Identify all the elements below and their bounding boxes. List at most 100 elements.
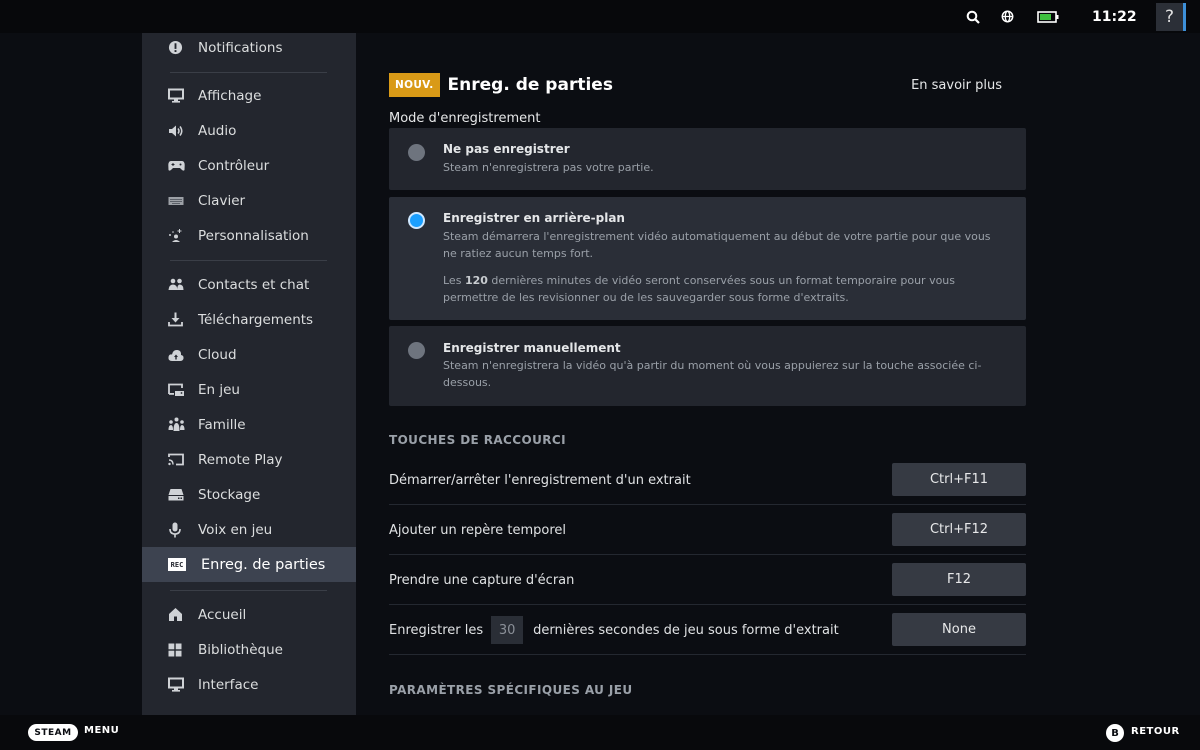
sidebar-item-downloads[interactable]: Téléchargements [142, 302, 356, 337]
hotkey-label: Démarrer/arrêter l'enregistrement d'un e… [389, 472, 691, 488]
radio-button-selected[interactable] [408, 212, 425, 229]
learn-more-link[interactable]: En savoir plus [911, 78, 1002, 93]
sidebar-item-label: Affichage [198, 87, 262, 104]
storage-icon [168, 488, 198, 501]
hotkey-button[interactable]: F12 [892, 563, 1026, 596]
hotkey-row-screenshot: Prendre une capture d'écran F12 [389, 555, 1026, 605]
sidebar-item-label: Famille [198, 416, 246, 433]
top-status-bar: 11:22 ? [0, 0, 1200, 33]
family-icon [168, 417, 198, 432]
hotkey-button[interactable]: Ctrl+F11 [892, 463, 1026, 496]
steam-button[interactable]: STEAM [28, 724, 78, 741]
hotkey-row-marker: Ajouter un repère temporel Ctrl+F12 [389, 505, 1026, 555]
sidebar-item-storage[interactable]: Stockage [142, 477, 356, 512]
help-button[interactable]: ? [1156, 2, 1186, 31]
customization-icon [168, 228, 198, 243]
sidebar-item-label: Enreg. de parties [201, 556, 326, 573]
option-description: Steam n'enregistrera pas votre partie. [443, 161, 654, 174]
sidebar-divider [170, 590, 327, 591]
page-title: Enreg. de parties [447, 75, 613, 95]
option-background-recording[interactable]: Enregistrer en arrière-plan Steam démarr… [389, 197, 1026, 320]
radio-button[interactable] [408, 342, 425, 359]
download-icon [168, 312, 198, 327]
sidebar-item-label: Voix en jeu [198, 521, 273, 538]
seconds-input[interactable]: 30 [491, 616, 524, 644]
settings-sidebar: Notifications Affichage Audio Contrôleur… [142, 33, 356, 715]
display-icon [168, 88, 198, 103]
option-description-retention: Les 120 dernières minutes de vidéo seron… [443, 272, 1003, 306]
sidebar-item-friends-chat[interactable]: Contacts et chat [142, 267, 356, 302]
option-description: Steam démarrera l'enregistrement vidéo a… [443, 230, 991, 260]
keyboard-icon [168, 196, 198, 206]
page-header: NOUV. Enreg. de parties En savoir plus [389, 73, 1026, 97]
sidebar-item-cloud[interactable]: Cloud [142, 337, 356, 372]
sidebar-item-controller[interactable]: Contrôleur [142, 148, 356, 183]
sidebar-item-remote-play[interactable]: Remote Play [142, 442, 356, 477]
sidebar-item-library[interactable]: Bibliothèque [142, 632, 356, 667]
back-label[interactable]: RETOUR [1131, 726, 1180, 737]
sidebar-item-keyboard[interactable]: Clavier [142, 183, 356, 218]
sidebar-item-interface[interactable]: Interface [142, 667, 356, 702]
search-icon[interactable] [956, 0, 990, 33]
retention-prefix: Les [443, 274, 465, 287]
sidebar-item-label: Contrôleur [198, 157, 270, 174]
option-manual-recording[interactable]: Enregistrer manuellement Steam n'enregis… [389, 326, 1026, 406]
retention-minutes: 120 [464, 274, 488, 287]
sidebar-item-notifications[interactable]: Notifications [142, 30, 356, 65]
hotkey-button[interactable]: Ctrl+F12 [892, 513, 1026, 546]
sidebar-item-game-recording[interactable]: REC Enreg. de parties [142, 547, 356, 582]
battery-icon[interactable] [1028, 0, 1068, 33]
hotkey-button[interactable]: None [892, 613, 1026, 646]
sidebar-item-in-game[interactable]: En jeu [142, 372, 356, 407]
sidebar-item-family[interactable]: Famille [142, 407, 356, 442]
home-icon [168, 607, 198, 622]
sidebar-item-voice-chat[interactable]: Voix en jeu [142, 512, 356, 547]
in-game-icon [168, 383, 198, 397]
sidebar-item-label: En jeu [198, 381, 240, 398]
hotkeys-heading: TOUCHES DE RACCOURCI [389, 433, 566, 447]
cast-icon [168, 453, 198, 466]
sidebar-item-label: Remote Play [198, 451, 283, 468]
hotkey-label: Prendre une capture d'écran [389, 572, 575, 588]
sidebar-item-display[interactable]: Affichage [142, 78, 356, 113]
sidebar-item-audio[interactable]: Audio [142, 113, 356, 148]
hotkey-label: Ajouter un repère temporel [389, 522, 567, 538]
sidebar-item-label: Téléchargements [198, 311, 314, 328]
rec-icon-label: REC [168, 558, 186, 571]
sidebar-item-label: Interface [198, 676, 259, 693]
sidebar-item-label: Personnalisation [198, 227, 309, 244]
new-badge: NOUV. [389, 73, 440, 97]
option-no-recording[interactable]: Ne pas enregistrer Steam n'enregistrera … [389, 128, 1026, 190]
sidebar-divider [170, 72, 327, 73]
hotkey-row-save-last-seconds: Enregistrer les 30 dernières secondes de… [389, 605, 1026, 655]
globe-icon[interactable] [994, 0, 1020, 33]
option-title: Enregistrer en arrière-plan [443, 211, 625, 225]
speaker-icon [168, 124, 198, 138]
option-description: Steam n'enregistrera la vidéo qu'à parti… [443, 359, 982, 389]
clock: 11:22 [1092, 8, 1137, 25]
recording-mode-label: Mode d'enregistrement [389, 111, 541, 126]
clip-prefix-label: Enregistrer les [389, 622, 484, 638]
sidebar-item-label: Clavier [198, 192, 246, 209]
option-title: Ne pas enregistrer [443, 142, 570, 156]
sidebar-item-label: Cloud [198, 346, 237, 363]
radio-button[interactable] [408, 144, 425, 161]
sidebar-item-customization[interactable]: Personnalisation [142, 218, 356, 253]
b-button-icon[interactable]: B [1106, 724, 1124, 742]
sidebar-item-label: Stockage [198, 486, 261, 503]
game-settings-heading: PARAMÈTRES SPÉCIFIQUES AU JEU [389, 683, 633, 697]
sidebar-item-label: Contacts et chat [198, 276, 310, 293]
sidebar-divider [170, 260, 327, 261]
monitor-icon [168, 677, 198, 692]
microphone-icon [168, 522, 198, 538]
sidebar-item-label: Accueil [198, 606, 247, 623]
notification-icon [168, 40, 198, 55]
sidebar-item-label: Bibliothèque [198, 641, 283, 658]
library-icon [168, 643, 198, 657]
hotkey-row-clip: Démarrer/arrêter l'enregistrement d'un e… [389, 455, 1026, 505]
bottom-button-bar: STEAM MENU B RETOUR [0, 715, 1200, 750]
sidebar-item-home[interactable]: Accueil [142, 597, 356, 632]
menu-label[interactable]: MENU [84, 725, 119, 736]
friends-icon [168, 278, 198, 291]
clip-suffix-label: dernières secondes de jeu sous forme d'e… [533, 622, 839, 638]
